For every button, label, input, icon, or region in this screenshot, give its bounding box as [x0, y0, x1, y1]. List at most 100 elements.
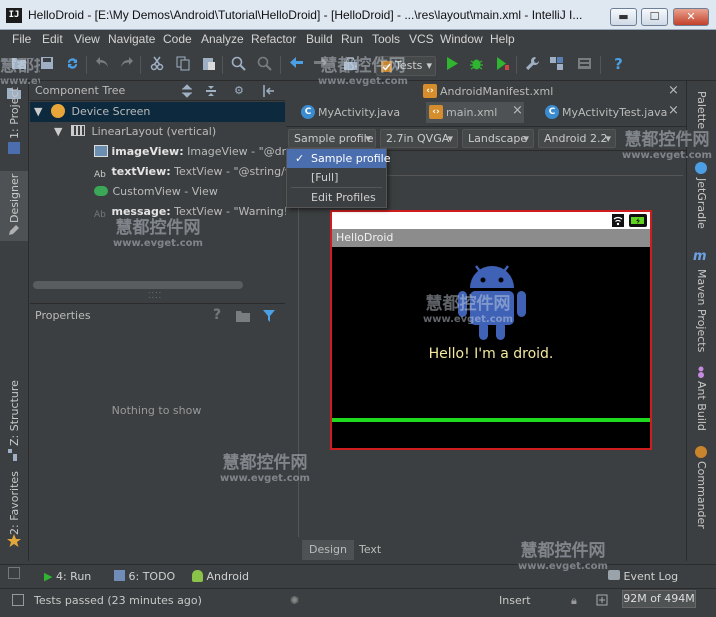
watermark-cn: 慧都控件网	[115, 218, 201, 238]
tool-window-android[interactable]: Android	[192, 570, 249, 583]
tab-myactivitytest[interactable]: C MyActivityTest.java	[542, 102, 672, 123]
memory-indicator[interactable]: 92M of 494M	[622, 590, 696, 608]
text-view-icon: Ab	[94, 210, 106, 220]
close-tab-icon[interactable]: ×	[512, 103, 523, 118]
menu-view[interactable]: View	[74, 32, 100, 46]
menu-edit[interactable]: Edit	[42, 32, 63, 46]
menu-refactor[interactable]: Refactor	[251, 32, 296, 46]
menu-tools[interactable]: Tools	[372, 32, 400, 46]
image-view-icon	[94, 145, 108, 157]
properties-help-icon[interactable]: ?	[213, 307, 221, 323]
tool-window-favorites[interactable]: 2: Favorites	[8, 471, 21, 535]
status-toggle-icon[interactable]	[12, 594, 24, 606]
watermark-cn: 慧都控件网	[425, 294, 511, 314]
tab-design[interactable]: Design	[302, 540, 354, 560]
menu-item-label: Sample profile	[311, 152, 391, 165]
intellij-app-icon[interactable]: IJ	[6, 8, 22, 23]
menu-navigate[interactable]: Navigate	[108, 32, 155, 46]
menu-run[interactable]: Run	[341, 32, 363, 46]
tab-text[interactable]: Text	[352, 540, 388, 560]
toggle-tool-windows-icon[interactable]	[8, 567, 20, 579]
insert-mode[interactable]: Insert	[499, 594, 531, 607]
tree-settings-gear-icon[interactable]: ⚙	[234, 84, 244, 97]
ant-icon	[694, 365, 708, 382]
close-tab-icon[interactable]: ×	[668, 103, 679, 118]
tool-window-commander[interactable]: Commander	[695, 461, 708, 533]
tree-row-textview[interactable]: Ab textView: TextView - "@string/welc	[94, 162, 310, 182]
profile-select[interactable]: Sample profile	[288, 129, 376, 148]
maximize-button[interactable]: ☐	[641, 8, 668, 26]
close-window-button[interactable]: ✕	[673, 8, 709, 26]
tool-window-ant-build[interactable]: Ant Build	[695, 381, 708, 439]
linear-layout-icon	[70, 125, 85, 136]
filter-funnel-icon[interactable]	[262, 309, 276, 326]
menu-build[interactable]: Build	[306, 32, 333, 46]
tab-androidmanifest[interactable]: ‹› AndroidManifest.xml	[420, 81, 585, 102]
tab-main-xml[interactable]: ‹› main.xml	[426, 102, 524, 123]
properties-title: Properties	[35, 309, 91, 322]
watermark: 慧都控件网www.evget.com	[0, 58, 40, 90]
debug-bug-icon[interactable]	[468, 56, 485, 73]
custom-view-icon	[94, 186, 108, 196]
profile-option-sample[interactable]: ✓ Sample profile	[287, 149, 391, 168]
hide-panel-icon[interactable]	[261, 84, 275, 101]
cut-icon[interactable]	[148, 56, 165, 73]
synchronize-icon[interactable]	[64, 56, 81, 73]
status-bar: Tests passed (23 minutes ago) ✺ Insert 🔒…	[0, 588, 716, 617]
tree-row-device-screen[interactable]: ▼ Device Screen	[34, 102, 150, 122]
redo-icon[interactable]	[118, 56, 135, 73]
save-all-icon[interactable]	[38, 56, 55, 73]
lock-icon[interactable]: 🔒︎	[571, 594, 577, 608]
tool-window-structure[interactable]: Z: Structure	[8, 376, 21, 446]
device-preview[interactable]: HelloDroid Hello! I'm a droid.	[330, 210, 652, 450]
run-icon: ▶	[44, 570, 53, 583]
menu-code[interactable]: Code	[163, 32, 192, 46]
profile-option-edit[interactable]: Edit Profiles	[287, 188, 386, 207]
menu-window[interactable]: Window	[440, 32, 483, 46]
settings-wrench-icon[interactable]	[524, 56, 541, 73]
undo-icon[interactable]	[94, 56, 111, 73]
tool-window-event-log[interactable]: Event Log	[608, 570, 678, 583]
api-level-select[interactable]: Android 2.2	[538, 129, 616, 148]
properties-folder-icon[interactable]	[235, 309, 251, 326]
menu-file[interactable]: File	[12, 32, 31, 46]
tool-window-designer[interactable]: Designer	[8, 173, 21, 223]
java-class-icon: C	[301, 105, 315, 119]
replace-icon[interactable]	[256, 56, 273, 73]
properties-panel: Properties ? Nothing to show	[30, 303, 285, 561]
copy-icon[interactable]	[174, 56, 191, 73]
git-settings-icon[interactable]	[596, 594, 608, 609]
close-tab-icon[interactable]: ×	[668, 83, 679, 98]
tool-window-maven[interactable]: Maven Projects	[695, 269, 708, 359]
tool-window-project[interactable]: 1: Project	[8, 87, 21, 139]
splitter-grip-icon[interactable]: ⁚⁚⁚⁚	[148, 291, 162, 300]
find-icon[interactable]	[230, 56, 247, 73]
menu-vcs[interactable]: VCS	[409, 32, 434, 46]
tab-myactivity[interactable]: C MyActivity.java	[298, 102, 424, 123]
orientation-select[interactable]: Landscape	[462, 129, 534, 148]
back-arrow-icon[interactable]	[288, 56, 305, 73]
sdk-manager-icon[interactable]	[576, 56, 593, 73]
help-icon[interactable]: ?	[610, 56, 627, 73]
tool-window-todo[interactable]: 6: TODO	[114, 570, 175, 583]
menu-analyze[interactable]: Analyze	[201, 32, 244, 46]
collapse-all-icon[interactable]	[204, 84, 218, 101]
device-select[interactable]: 2.7in QVGA	[380, 129, 458, 148]
run-coverage-icon[interactable]	[494, 56, 511, 73]
project-structure-icon[interactable]	[548, 56, 565, 73]
expand-all-icon[interactable]	[180, 84, 194, 101]
menu-help[interactable]: Help	[490, 32, 515, 46]
tree-row-linearlayout[interactable]: ▼ LinearLayout (vertical)	[54, 122, 216, 142]
tree-row-customview[interactable]: CustomView - View	[94, 182, 218, 202]
watermark: 慧都控件网www.evget.com	[113, 220, 203, 252]
minimize-button[interactable]: ▬	[610, 8, 637, 26]
run-icon[interactable]	[444, 56, 461, 73]
tool-window-jetgradle[interactable]: JetGradle	[695, 178, 708, 236]
paste-icon[interactable]	[200, 56, 217, 73]
watermark-url: www.evget.com	[423, 314, 513, 325]
tool-window-run[interactable]: ▶ 4: Run	[44, 570, 91, 583]
tree-row-imageview[interactable]: imageView: ImageView - "@drawa	[94, 142, 309, 162]
xml-file-icon: ‹›	[423, 84, 437, 98]
tree-horizontal-scrollbar[interactable]	[33, 281, 243, 289]
profile-option-full[interactable]: [Full]	[287, 168, 386, 187]
